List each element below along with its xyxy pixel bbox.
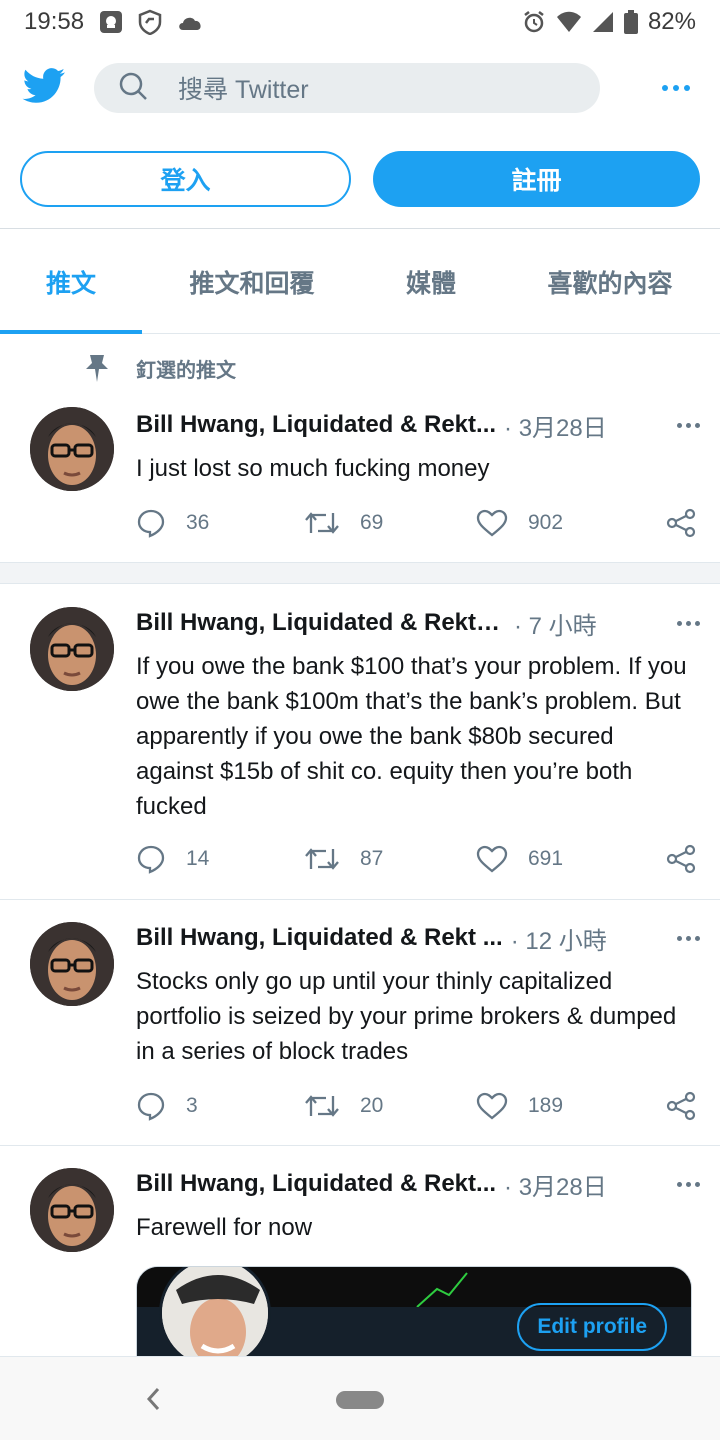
tweet-text: Farewell for now	[136, 1214, 313, 1241]
auth-row: 登入 註冊	[0, 151, 720, 209]
home-pill-icon[interactable]	[336, 1391, 384, 1409]
share-button[interactable]	[666, 1091, 696, 1121]
cloud-icon	[176, 12, 204, 32]
more-icon[interactable]	[662, 85, 690, 91]
signal-icon	[592, 11, 614, 33]
share-button[interactable]	[666, 844, 696, 874]
reply-icon	[137, 845, 165, 874]
tweet-text: If you owe the bank $100 that’s your pro…	[136, 653, 687, 820]
tab-likes[interactable]: 喜歡的內容	[500, 230, 720, 334]
reply-count: 14	[186, 847, 210, 870]
twitter-bird-icon[interactable]	[22, 67, 66, 109]
status-time: 19:58	[24, 8, 85, 35]
tweet-item[interactable]: Bill Hwang, Liquidated & Rekt (... · 7 小…	[0, 585, 720, 900]
battery-icon	[623, 10, 638, 34]
pinned-indicator: 釘選的推文	[84, 353, 236, 383]
profile-tabs: 推文 推文和回覆 媒體 喜歡的內容	[0, 230, 720, 334]
more-icon[interactable]	[677, 1181, 700, 1187]
like-icon	[476, 845, 508, 873]
tab-tweets[interactable]: 推文	[0, 230, 142, 334]
tweet-actions: 36 69 902	[136, 505, 696, 541]
share-icon	[666, 508, 696, 538]
tab-media[interactable]: 媒體	[362, 230, 500, 334]
like-count: 189	[528, 1094, 564, 1117]
tweet-text: I just lost so much fucking money	[136, 455, 490, 482]
tweet-actions: 14 87 691	[136, 841, 696, 877]
notification-icon	[98, 9, 124, 35]
tweet-actions: 3 20 189	[136, 1088, 696, 1124]
system-nav-bar	[0, 1356, 720, 1440]
tweet-header: Bill Hwang, Liquidated & Rekt ... · 12 小…	[136, 920, 700, 956]
retweet-button[interactable]: 69	[304, 509, 476, 537]
shield-icon	[138, 9, 162, 35]
pin-icon	[84, 353, 110, 383]
retweet-count: 20	[360, 1094, 384, 1117]
edit-profile-button[interactable]: Edit profile	[517, 1303, 667, 1351]
battery-level: 82%	[647, 8, 696, 35]
tweet-item[interactable]: Bill Hwang, Liquidated & Rekt ... · 12 小…	[0, 900, 720, 1146]
reply-icon	[137, 509, 165, 538]
retweet-icon	[305, 1095, 339, 1117]
tweet-text: Stocks only go up until your thinly capi…	[136, 968, 677, 1065]
like-icon	[476, 1092, 508, 1120]
like-button[interactable]: 691	[476, 845, 666, 873]
tweet-header: Bill Hwang, Liquidated & Rekt (... · 7 小…	[136, 605, 700, 641]
author-name[interactable]: Bill Hwang, Liquidated & Rekt ...	[136, 924, 503, 952]
like-count: 691	[528, 847, 564, 870]
retweet-count: 87	[360, 847, 384, 870]
reply-button[interactable]: 14	[136, 844, 304, 874]
tweet-time[interactable]: · 7 小時	[514, 606, 597, 641]
reply-count: 3	[186, 1094, 198, 1117]
author-name[interactable]: Bill Hwang, Liquidated & Rekt...	[136, 1170, 496, 1198]
search-input[interactable]: 搜尋 Twitter	[94, 63, 600, 113]
more-icon[interactable]	[677, 422, 700, 428]
top-bar: 搜尋 Twitter	[0, 52, 720, 124]
retweet-count: 69	[360, 511, 384, 534]
pinned-label: 釘選的推文	[136, 359, 236, 382]
search-icon	[118, 71, 148, 106]
share-button[interactable]	[666, 508, 696, 538]
tweet-header: Bill Hwang, Liquidated & Rekt... · 3月28日	[136, 407, 700, 443]
share-icon	[666, 1091, 696, 1121]
avatar[interactable]	[30, 1168, 114, 1252]
back-icon[interactable]	[144, 1385, 164, 1420]
tweet-time[interactable]: · 12 小時	[511, 921, 607, 956]
more-icon[interactable]	[677, 935, 700, 941]
card-avatar	[159, 1267, 271, 1369]
author-name[interactable]: Bill Hwang, Liquidated & Rekt (...	[136, 609, 506, 637]
like-icon	[476, 509, 508, 537]
avatar[interactable]	[30, 407, 114, 491]
author-name[interactable]: Bill Hwang, Liquidated & Rekt...	[136, 411, 496, 439]
login-button[interactable]: 登入	[20, 151, 351, 207]
tweet-header: Bill Hwang, Liquidated & Rekt... · 3月28日	[136, 1166, 700, 1202]
tweet-time[interactable]: · 3月28日	[504, 408, 607, 443]
reply-button[interactable]: 3	[136, 1091, 304, 1121]
tweet-item[interactable]: 釘選的推文 Bill Hwang, Liquidated & Rekt... ·…	[0, 335, 720, 563]
reply-button[interactable]: 36	[136, 508, 304, 538]
retweet-icon	[305, 848, 339, 870]
retweet-button[interactable]: 87	[304, 845, 476, 873]
reply-count: 36	[186, 511, 210, 534]
reply-icon	[137, 1092, 165, 1121]
wifi-icon	[556, 11, 582, 33]
like-button[interactable]: 189	[476, 1092, 666, 1120]
share-icon	[666, 844, 696, 874]
alarm-icon	[522, 10, 546, 34]
status-bar: 19:58 82%	[0, 0, 720, 44]
retweet-button[interactable]: 20	[304, 1092, 476, 1120]
tweet-time[interactable]: · 3月28日	[504, 1167, 607, 1202]
divider	[0, 228, 720, 229]
like-count: 902	[528, 511, 564, 534]
search-placeholder: 搜尋 Twitter	[178, 76, 309, 104]
avatar[interactable]	[30, 922, 114, 1006]
tab-tweets-and-replies[interactable]: 推文和回覆	[142, 230, 362, 334]
like-button[interactable]: 902	[476, 509, 666, 537]
retweet-icon	[305, 512, 339, 534]
more-icon[interactable]	[677, 620, 700, 626]
signup-button[interactable]: 註冊	[373, 151, 700, 207]
section-separator	[0, 562, 720, 584]
avatar[interactable]	[30, 607, 114, 691]
